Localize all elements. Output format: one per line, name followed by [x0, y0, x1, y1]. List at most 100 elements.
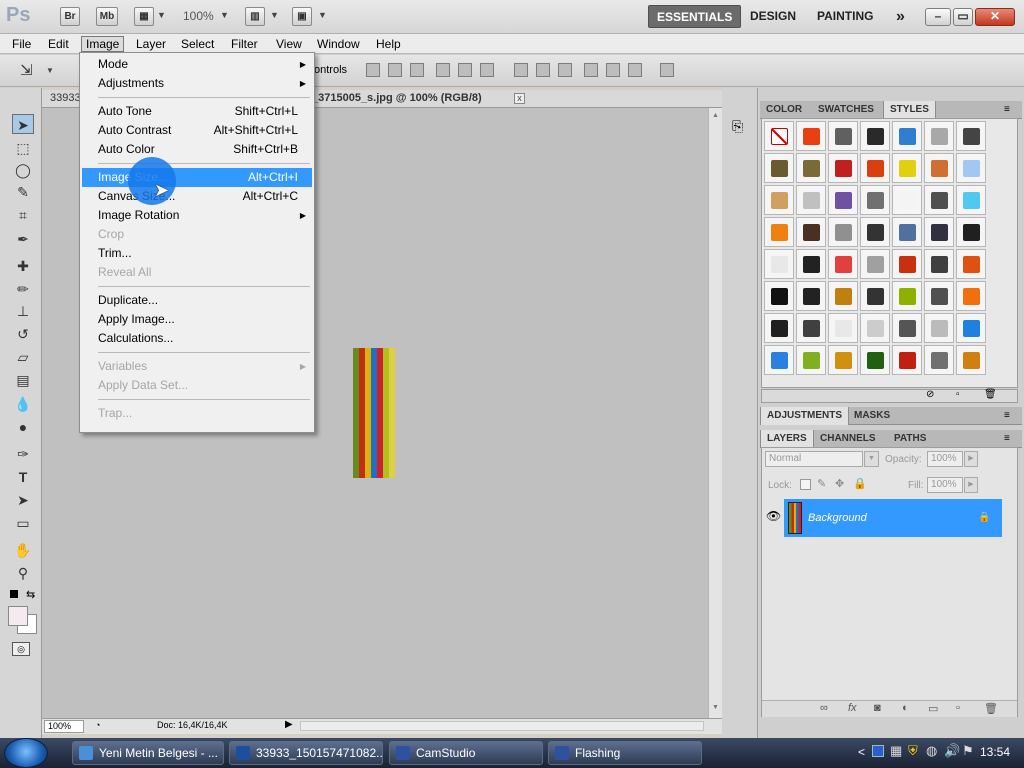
menu-select[interactable]: Select — [177, 36, 218, 52]
menu-item-image-rotation[interactable]: Image Rotation ▶ — [82, 206, 312, 225]
link-layers-icon[interactable]: ∞ — [820, 702, 828, 714]
menu-item-mode[interactable]: Mode ▶ — [82, 55, 312, 74]
style-swatch[interactable] — [924, 217, 954, 247]
menu-file[interactable]: File — [8, 36, 35, 52]
new-layer-icon[interactable]: ▫ — [956, 702, 960, 714]
lock-image-icon[interactable]: ✎ — [817, 477, 826, 490]
more-workspaces-icon[interactable]: » — [888, 5, 913, 28]
distribute-center-icon[interactable] — [536, 63, 550, 77]
adjustment-layer-icon[interactable]: ◐ — [902, 702, 909, 714]
quick-selection-tool-icon[interactable]: ✎ — [12, 182, 34, 202]
align-vertical-center-icon[interactable] — [388, 63, 402, 77]
style-swatch[interactable] — [924, 249, 954, 279]
menu-item-duplicate[interactable]: Duplicate... — [82, 291, 312, 310]
style-swatch[interactable] — [956, 185, 986, 215]
style-swatch[interactable] — [924, 345, 954, 375]
chevron-down-icon[interactable]: ▼ — [220, 10, 229, 20]
launch-bridge-button[interactable]: Br — [60, 7, 80, 26]
gradient-tool-icon[interactable]: ▤ — [12, 370, 34, 390]
style-swatch[interactable] — [924, 121, 954, 151]
hand-tool-icon[interactable]: ✋ — [12, 540, 34, 560]
lasso-tool-icon[interactable]: ◯ — [12, 160, 34, 180]
screen-mode-icon[interactable]: ▣ — [292, 7, 312, 26]
style-swatch[interactable] — [828, 281, 858, 311]
close-window-button[interactable]: ✕ — [975, 8, 1015, 26]
tray-action-icon[interactable]: ⚑ — [962, 743, 974, 759]
style-swatch[interactable] — [764, 249, 794, 279]
new-group-icon[interactable]: ▭ — [928, 702, 938, 715]
menu-item-auto-color[interactable]: Auto Color Shift+Ctrl+B — [82, 140, 312, 159]
style-swatch[interactable] — [860, 185, 890, 215]
new-style-icon[interactable]: ▫ — [956, 389, 960, 400]
style-swatch[interactable] — [860, 121, 890, 151]
taskbar-item[interactable]: 33933_150157471082... — [229, 741, 383, 765]
style-swatch[interactable] — [956, 281, 986, 311]
tray-app-icon[interactable] — [872, 745, 884, 757]
style-swatch[interactable] — [924, 281, 954, 311]
align-left-icon[interactable] — [436, 63, 450, 77]
distribute-hcenter-icon[interactable] — [606, 63, 620, 77]
style-swatch[interactable] — [764, 185, 794, 215]
workspace-painting[interactable]: PAINTING — [809, 5, 881, 28]
layer-visibility-eye-icon[interactable]: 👁 — [766, 509, 781, 523]
blend-mode-select[interactable]: Normal — [765, 451, 863, 467]
status-info-icon[interactable]: ◔ — [95, 720, 100, 730]
style-swatch[interactable] — [892, 249, 922, 279]
tray-volume-icon[interactable]: ◍ — [926, 743, 937, 759]
shape-tool-icon[interactable]: ▭ — [12, 513, 34, 533]
style-swatch[interactable] — [892, 217, 922, 247]
style-swatch[interactable] — [796, 345, 826, 375]
chevron-down-icon[interactable]: ▼ — [864, 451, 879, 467]
zoom-level[interactable]: 100% — [183, 9, 214, 23]
style-swatch[interactable] — [860, 281, 890, 311]
history-panel-icon[interactable]: ⎘ — [732, 118, 750, 136]
healing-brush-tool-icon[interactable]: ✚ — [12, 256, 34, 276]
fill-field[interactable]: 100% — [927, 477, 963, 493]
default-colors-icon[interactable] — [10, 590, 18, 598]
tray-network-icon[interactable]: ▦ — [890, 743, 902, 759]
taskbar-item[interactable]: Flashing — [548, 741, 702, 765]
distribute-right-icon[interactable] — [628, 63, 642, 77]
dodge-tool-icon[interactable]: ● — [12, 417, 34, 437]
menu-item-auto-contrast[interactable]: Auto Contrast Alt+Shift+Ctrl+L — [82, 121, 312, 140]
distribute-top-icon[interactable] — [514, 63, 528, 77]
launch-minibridge-button[interactable]: Mb — [96, 7, 118, 26]
marquee-tool-icon[interactable]: ⬚ — [12, 138, 34, 158]
style-swatch[interactable] — [828, 153, 858, 183]
menu-item-adjustments[interactable]: Adjustments ▶ — [82, 74, 312, 93]
style-swatch[interactable] — [796, 153, 826, 183]
chevron-down-icon[interactable]: ▼ — [46, 66, 54, 75]
menu-item-trim[interactable]: Trim... — [82, 244, 312, 263]
style-swatch[interactable] — [956, 217, 986, 247]
style-swatch[interactable] — [764, 153, 794, 183]
menu-image[interactable]: Image — [81, 36, 125, 52]
style-swatch-none[interactable] — [764, 121, 794, 151]
style-swatch[interactable] — [860, 217, 890, 247]
scroll-up-icon[interactable]: ▲ — [712, 112, 719, 119]
align-top-icon[interactable] — [366, 63, 380, 77]
minimize-button[interactable]: – — [925, 8, 951, 26]
menu-help[interactable]: Help — [372, 36, 405, 52]
style-swatch[interactable] — [956, 121, 986, 151]
style-swatch[interactable] — [860, 153, 890, 183]
chevron-down-icon[interactable]: ▼ — [157, 10, 166, 20]
style-swatch[interactable] — [892, 345, 922, 375]
style-swatch[interactable] — [828, 249, 858, 279]
system-clock[interactable]: 13:54 — [980, 745, 1010, 759]
style-swatch[interactable] — [796, 281, 826, 311]
menu-item-apply-image[interactable]: Apply Image... — [82, 310, 312, 329]
style-swatch[interactable] — [924, 313, 954, 343]
fill-slider-icon[interactable]: ▶ — [964, 477, 978, 493]
scroll-down-icon[interactable]: ▼ — [712, 704, 719, 711]
menu-view[interactable]: View — [272, 36, 306, 52]
tray-speaker-icon[interactable]: 🔊 — [944, 743, 960, 759]
style-swatch[interactable] — [764, 345, 794, 375]
path-selection-tool-icon[interactable]: ➤ — [12, 490, 34, 510]
style-swatch[interactable] — [796, 313, 826, 343]
zoom-tool-icon[interactable]: ⚲ — [12, 563, 34, 583]
menu-item-image-size[interactable]: Image Size...Alt+Ctrl+I — [82, 168, 312, 187]
arrange-documents-icon[interactable]: ▥ — [245, 7, 265, 26]
align-horizontal-center-icon[interactable] — [458, 63, 472, 77]
align-bottom-icon[interactable] — [410, 63, 424, 77]
menu-item-auto-tone[interactable]: Auto Tone Shift+Ctrl+L — [82, 102, 312, 121]
